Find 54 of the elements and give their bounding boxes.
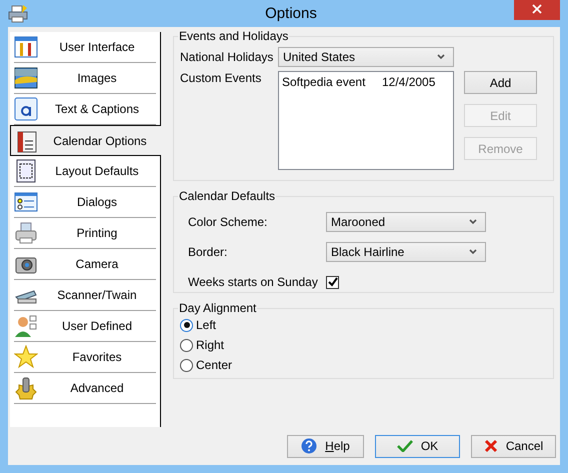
radio-label[interactable]: Center	[196, 358, 232, 372]
printer-icon	[8, 4, 28, 22]
gear-icon	[14, 376, 38, 400]
close-icon	[532, 4, 542, 14]
sidebar-item[interactable]: Scanner/Twain	[14, 280, 156, 311]
printer-icon	[14, 221, 38, 245]
close-button[interactable]	[514, 0, 560, 20]
chevron-icon	[469, 249, 477, 255]
sidebar-item[interactable]: Camera	[14, 249, 156, 280]
checkbox-label: Weeks starts on Sunday	[188, 275, 319, 289]
radio-button[interactable]	[180, 358, 193, 372]
group-title: Calendar Defaults	[178, 189, 276, 203]
chevron-icon	[469, 219, 477, 225]
radio-label[interactable]: Right	[196, 338, 224, 352]
sidebar-item[interactable]: Images	[14, 63, 156, 94]
radio-button[interactable]	[180, 338, 193, 352]
dropdown[interactable]: United States	[278, 47, 454, 67]
letter-icon	[14, 97, 38, 121]
star-icon	[14, 345, 38, 369]
landscape-icon	[14, 66, 38, 90]
window-title: Options	[264, 5, 318, 22]
checkmark-icon	[396, 440, 413, 452]
sidebar-item[interactable]: Advanced	[14, 373, 156, 404]
user-icon	[14, 314, 38, 338]
sidebar-item[interactable]: Printing	[14, 218, 156, 249]
group-title: Events and Holidays	[178, 29, 290, 43]
page-icon	[14, 159, 38, 183]
radio-button[interactable]	[180, 318, 193, 332]
cross-icon	[484, 439, 498, 453]
dropdown[interactable]: Marooned	[326, 212, 486, 232]
field-label: Border:	[188, 245, 228, 259]
sidebar-item[interactable]: User Interface	[14, 32, 156, 63]
cancel-button[interactable]: Cancel	[471, 434, 556, 458]
dialog-icon	[14, 190, 38, 214]
radio-label[interactable]: Left	[196, 318, 216, 332]
ok-button[interactable]: OK	[375, 434, 460, 458]
help-icon	[301, 438, 318, 454]
sidebar-item[interactable]: Layout Defaults	[14, 156, 156, 187]
events-list[interactable]: Softpedia event 12/4/2005	[278, 71, 454, 170]
sidebar-item[interactable]: Favorites	[14, 342, 156, 373]
sidebar-item[interactable]: Dialogs	[14, 187, 156, 218]
field-label: Color Scheme:	[188, 215, 268, 229]
field-label: National Holidays	[180, 50, 274, 64]
group-title: Day Alignment	[178, 301, 258, 315]
checkbox[interactable]	[326, 276, 339, 288]
sidebar-item[interactable]: Calendar Options	[10, 125, 161, 156]
help-button[interactable]: Help	[287, 434, 364, 458]
dropdown[interactable]: Black Hairline	[326, 242, 486, 262]
sidebar-item[interactable]: User Defined	[14, 311, 156, 342]
event-date[interactable]: 12/4/2005	[382, 75, 436, 89]
list-button[interactable]: Add	[464, 71, 537, 94]
event-name[interactable]: Softpedia event	[282, 75, 382, 89]
chevron-icon	[437, 54, 445, 60]
field-label: Custom Events	[180, 71, 262, 87]
